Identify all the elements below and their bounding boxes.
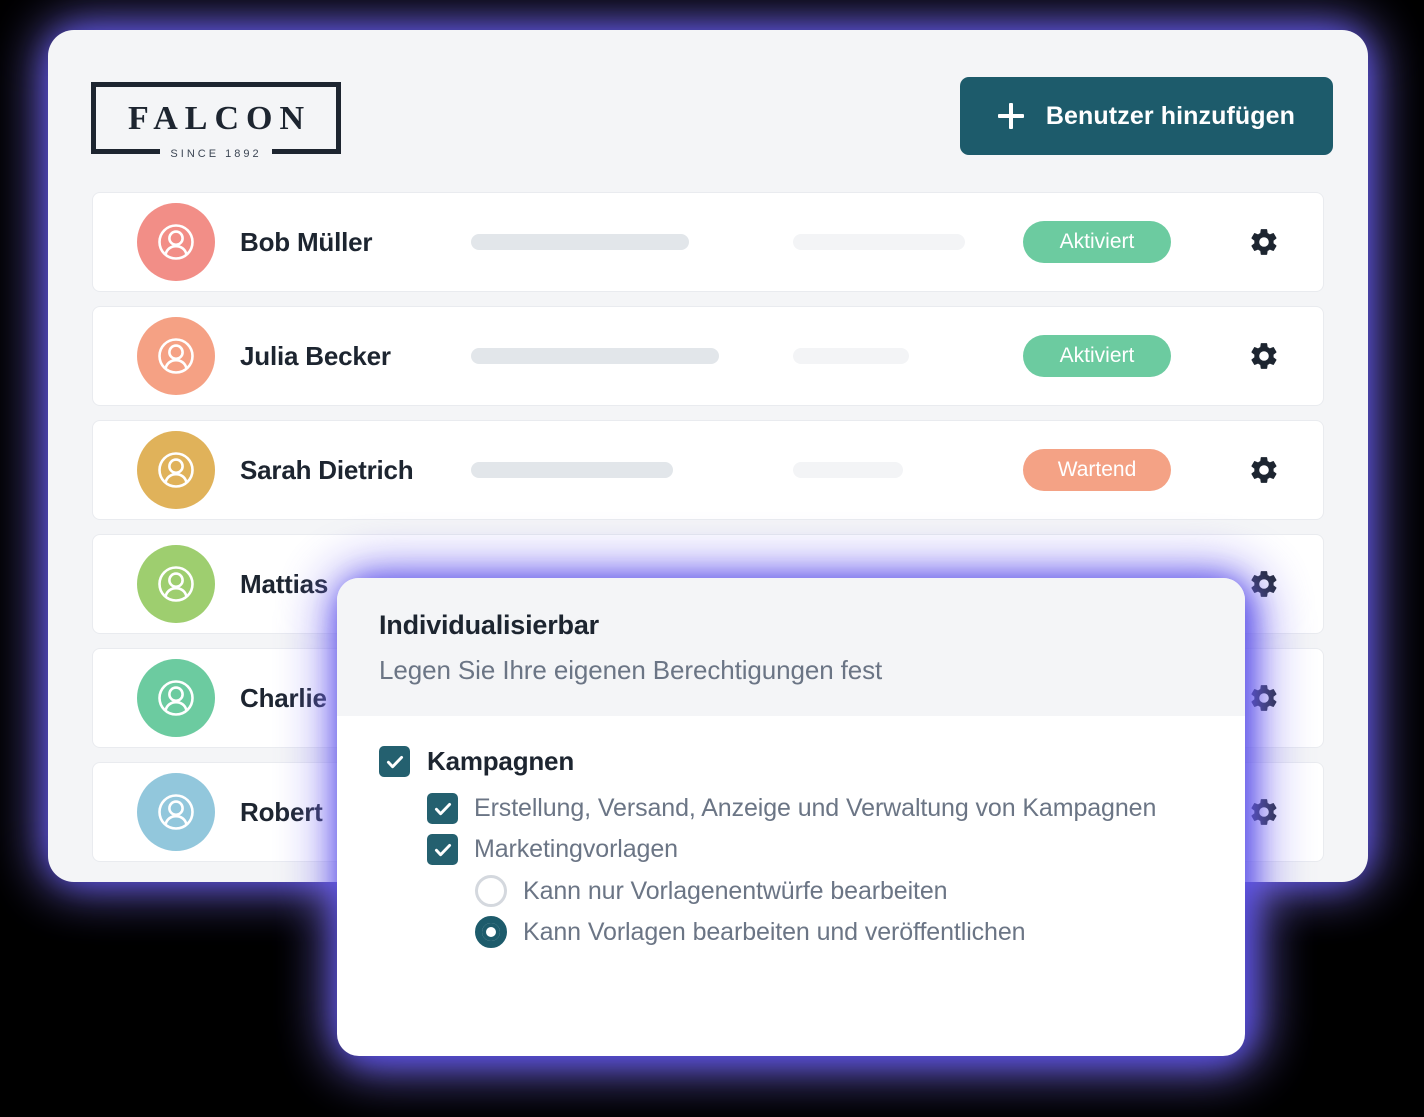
modal-header: Individualisierbar Legen Sie Ihre eigene… (337, 578, 1245, 716)
avatar (137, 659, 215, 737)
skeleton-bar-primary (471, 234, 689, 250)
user-name: Sarah Dietrich (240, 454, 414, 485)
permission-option[interactable]: Kann Vorlagen bearbeiten und veröffentli… (379, 916, 1203, 948)
logo-wordmark: FALCON (127, 100, 312, 137)
account-circle-icon (154, 334, 198, 378)
modal-title: Individualisierbar (379, 610, 599, 640)
skeleton-bar-secondary (793, 234, 965, 250)
account-circle-icon (154, 790, 198, 834)
user-name: Mattias (240, 568, 329, 599)
permissions-option-list: Kampagnen Erstellung, Versand, Anzeige un… (337, 716, 1245, 948)
permission-option[interactable]: Kampagnen (379, 746, 1203, 777)
radio-selected-icon[interactable] (475, 916, 507, 948)
plus-icon (997, 103, 1024, 129)
avatar (137, 545, 215, 623)
modal-subtitle: Legen Sie Ihre eigenen Berechtigungen fe… (379, 655, 883, 685)
account-circle-icon (154, 448, 198, 492)
table-row[interactable]: Bob Müller Aktiviert (92, 192, 1324, 292)
logo-tagline-wrap: SINCE 1892 (96, 149, 336, 160)
user-name: Julia Becker (240, 340, 391, 371)
avatar (137, 317, 215, 395)
permission-option-label: Erstellung, Versand, Anzeige und Verwalt… (474, 794, 1157, 822)
account-circle-icon (154, 562, 198, 606)
account-circle-icon (154, 676, 198, 720)
skeleton-bar-secondary (793, 462, 903, 478)
table-row[interactable]: Sarah Dietrich Wartend (92, 420, 1324, 520)
gear-icon[interactable] (1247, 339, 1281, 373)
permissions-modal: Individualisierbar Legen Sie Ihre eigene… (337, 578, 1245, 1056)
skeleton-bar-secondary (793, 348, 909, 364)
permission-option[interactable]: Kann nur Vorlagenentwürfe bearbeiten (379, 875, 1203, 907)
gear-icon[interactable] (1247, 225, 1281, 259)
permission-option-label: Kann nur Vorlagenentwürfe bearbeiten (523, 876, 948, 905)
checkbox-checked-icon[interactable] (379, 746, 410, 777)
permission-option[interactable]: Erstellung, Versand, Anzeige und Verwalt… (379, 793, 1203, 824)
checkbox-checked-icon[interactable] (427, 793, 458, 824)
permission-option-label: Kann Vorlagen bearbeiten und veröffentli… (523, 917, 1026, 946)
falcon-logo: FALCON SINCE 1892 (91, 82, 341, 160)
permission-option-label: Marketingvorlagen (474, 835, 678, 863)
radio-unselected-icon[interactable] (475, 875, 507, 907)
status-badge[interactable]: Wartend (1023, 449, 1171, 491)
table-row[interactable]: Julia Becker Aktiviert (92, 306, 1324, 406)
skeleton-bar-primary (471, 348, 719, 364)
permission-option[interactable]: Marketingvorlagen (379, 834, 1203, 865)
user-name: Robert (240, 796, 323, 827)
status-badge[interactable]: Aktiviert (1023, 335, 1171, 377)
skeleton-bar-primary (471, 462, 673, 478)
avatar (137, 203, 215, 281)
logo-tagline: SINCE 1892 (160, 149, 272, 160)
add-user-button-label: Benutzer hinzufügen (1045, 101, 1295, 130)
user-name: Charlie (240, 682, 327, 713)
avatar (137, 431, 215, 509)
add-user-button[interactable]: Benutzer hinzufügen (959, 77, 1333, 155)
user-name: Bob Müller (240, 226, 373, 257)
account-circle-icon (154, 220, 198, 264)
checkbox-checked-icon[interactable] (427, 834, 458, 865)
gear-icon[interactable] (1247, 453, 1281, 487)
status-badge[interactable]: Aktiviert (1023, 221, 1171, 263)
app-header: FALCON SINCE 1892 Benutzer hinzufügen (48, 30, 1368, 188)
avatar (137, 773, 215, 851)
permission-option-label: Kampagnen (427, 746, 575, 776)
